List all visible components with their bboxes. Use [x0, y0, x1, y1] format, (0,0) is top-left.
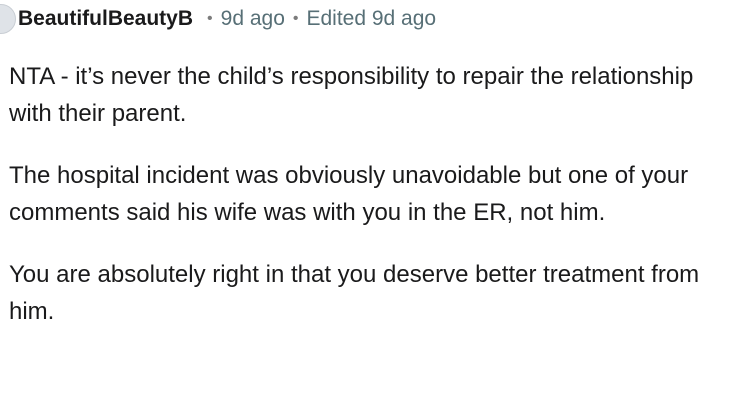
- comment: BeautifulBeautyB • 9d ago • Edited 9d ag…: [0, 0, 747, 406]
- comment-body: NTA - it’s never the child’s responsibil…: [9, 58, 739, 355]
- comment-meta: BeautifulBeautyB • 9d ago • Edited 9d ag…: [18, 7, 436, 31]
- edited-time: Edited 9d ago: [306, 7, 437, 30]
- avatar[interactable]: [0, 4, 16, 34]
- comment-paragraph: The hospital incident was obviously unav…: [9, 162, 689, 226]
- comment-paragraph: NTA - it’s never the child’s responsibil…: [9, 63, 694, 127]
- posted-time[interactable]: 9d ago: [221, 7, 285, 31]
- comment-paragraph: You are absolutely right in that you des…: [9, 261, 700, 325]
- author-username[interactable]: BeautifulBeautyB: [18, 7, 193, 31]
- separator-dot: •: [207, 10, 213, 27]
- comment-header: BeautifulBeautyB • 9d ago • Edited 9d ag…: [0, 0, 747, 42]
- separator-dot: •: [292, 10, 299, 27]
